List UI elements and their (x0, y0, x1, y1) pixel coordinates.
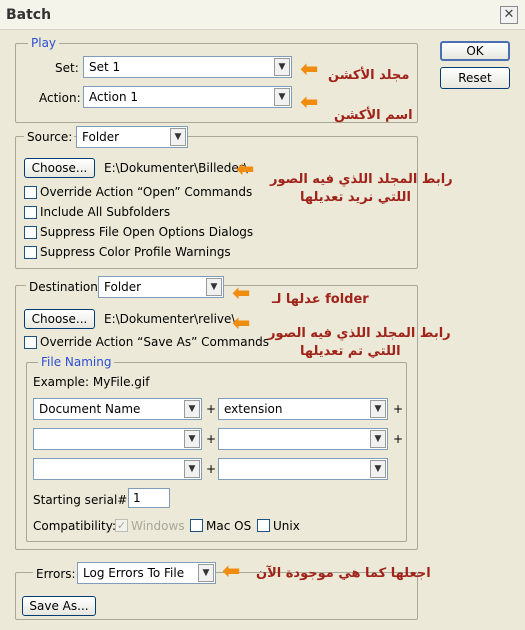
suppress-open-dialogs-label: Suppress File Open Options Dialogs (40, 225, 254, 239)
arrow-left-icon: ⬅ (300, 90, 319, 115)
unix-checkbox[interactable] (257, 519, 270, 532)
naming-field-1-value: Document Name (39, 402, 141, 416)
chevron-down-icon[interactable]: ▼ (274, 88, 290, 106)
save-as-button[interactable]: Save As... (22, 596, 96, 616)
chevron-down-icon[interactable]: ▼ (274, 58, 290, 76)
plus-sign: + (206, 462, 217, 476)
chevron-down-icon[interactable]: ▼ (184, 460, 200, 478)
choose-destination-button[interactable]: Choose... (24, 309, 95, 329)
arrow-left-icon: ⬅ (236, 157, 255, 182)
naming-example: Example: MyFile.gif (33, 375, 150, 389)
serial-label: Starting serial#: (33, 493, 132, 507)
set-label: Set: (55, 61, 79, 75)
file-naming-group (26, 362, 407, 542)
annotation-set: مجلد الأكشن (328, 68, 410, 83)
chevron-down-icon[interactable]: ▼ (170, 128, 186, 146)
file-naming-legend: File Naming (38, 355, 115, 369)
compatibility-label: Compatibility: (33, 519, 117, 533)
naming-field-2-value: extension (224, 402, 283, 416)
suppress-profile-warnings-label: Suppress Color Profile Warnings (40, 245, 231, 259)
override-save-as-checkbox[interactable] (24, 336, 37, 349)
override-open-label: Override Action “Open” Commands (40, 185, 253, 199)
chevron-down-icon[interactable]: ▼ (370, 460, 386, 478)
arrow-left-icon: ⬅ (232, 311, 251, 336)
macos-label: Mac OS (206, 519, 252, 533)
reset-button[interactable]: Reset (440, 67, 510, 89)
source-value: Folder (82, 130, 120, 144)
include-subfolders-label: Include All Subfolders (40, 205, 171, 219)
suppress-open-dialogs-checkbox[interactable] (24, 226, 37, 239)
arrow-left-icon: ⬅ (232, 281, 251, 306)
plus-sign: + (393, 402, 404, 416)
title-bar (0, 0, 525, 30)
naming-field-1[interactable]: Document Name ▼ (33, 398, 202, 420)
windows-label: Windows (131, 519, 185, 533)
chevron-down-icon[interactable]: ▼ (206, 278, 222, 296)
errors-label: Errors: (33, 567, 77, 581)
action-label: Action: (39, 91, 81, 105)
source-label: Source: (24, 130, 74, 144)
chevron-down-icon[interactable]: ▼ (370, 430, 386, 448)
arrow-left-icon: ⬅ (222, 559, 241, 584)
destination-value: Folder (104, 280, 142, 294)
chevron-down-icon[interactable]: ▼ (184, 400, 200, 418)
annotation-errors: اجعلها كما هي موجودة الآن (256, 566, 431, 581)
plus-sign: + (393, 432, 404, 446)
ok-button[interactable]: OK (440, 41, 510, 61)
unix-label: Unix (273, 519, 300, 533)
choose-source-button[interactable]: Choose... (24, 158, 95, 178)
annotation-source-1: رابط المجلد اللذي فيه الصور (270, 172, 453, 187)
naming-field-5[interactable]: ▼ (33, 458, 202, 480)
action-select[interactable]: Action 1 ▼ (83, 86, 292, 108)
play-legend: Play (28, 36, 60, 50)
errors-value: Log Errors To File (83, 566, 185, 580)
chevron-down-icon[interactable]: ▼ (198, 564, 214, 582)
windows-checkbox[interactable]: ✓ (115, 519, 128, 532)
naming-field-2[interactable]: extension ▼ (218, 398, 388, 420)
action-value: Action 1 (89, 90, 139, 104)
serial-input[interactable]: 1 (128, 488, 170, 508)
suppress-profile-warnings-checkbox[interactable] (24, 246, 37, 259)
chevron-down-icon[interactable]: ▼ (370, 400, 386, 418)
override-open-checkbox[interactable] (24, 186, 37, 199)
errors-select[interactable]: Log Errors To File ▼ (77, 562, 216, 584)
set-select[interactable]: Set 1 ▼ (83, 56, 292, 78)
source-path: E:\Dokumenter\Billeder\ (104, 161, 248, 175)
naming-field-6[interactable]: ▼ (218, 458, 388, 480)
destination-path: E:\Dokumenter\relive\ (104, 312, 236, 326)
window-title: Batch (6, 7, 52, 23)
plus-sign: + (206, 402, 217, 416)
set-value: Set 1 (89, 60, 121, 74)
override-save-as-label: Override Action “Save As” Commands (40, 335, 270, 349)
annotation-dest-path-1: رابط المجلد اللذي فيه الصور (268, 326, 451, 341)
plus-sign: + (206, 432, 217, 446)
destination-select[interactable]: Folder ▼ (98, 276, 224, 298)
annotation-dest-path-2: اللتي تم تعديلها (300, 344, 401, 359)
annotation-source-2: اللتي نريد تعديلها (300, 190, 411, 205)
arrow-left-icon: ⬅ (300, 57, 319, 82)
naming-field-4[interactable]: ▼ (218, 428, 388, 450)
naming-field-3[interactable]: ▼ (33, 428, 202, 450)
annotation-destination: عدلها لـ folder (272, 292, 369, 307)
destination-label: Destination: (26, 280, 102, 294)
close-icon[interactable]: ✕ (500, 6, 518, 24)
source-select[interactable]: Folder ▼ (76, 126, 188, 148)
macos-checkbox[interactable] (190, 519, 203, 532)
chevron-down-icon[interactable]: ▼ (184, 430, 200, 448)
include-subfolders-checkbox[interactable] (24, 206, 37, 219)
annotation-action: اسم الأكشن (334, 108, 413, 123)
